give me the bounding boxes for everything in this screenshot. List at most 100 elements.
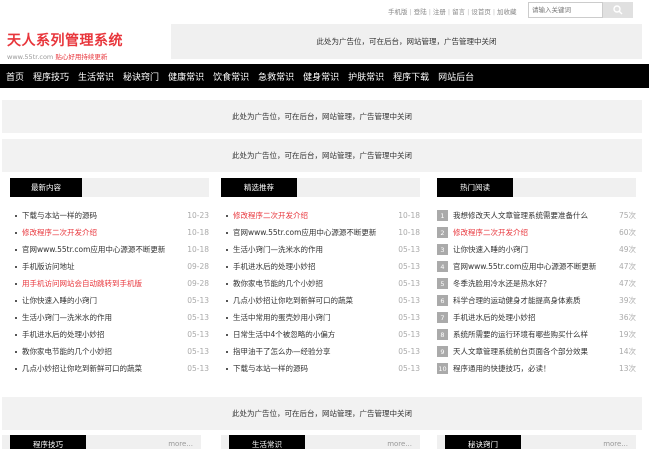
- article-title-link[interactable]: 让你快速入睡的小窍门: [22, 295, 97, 306]
- list-item[interactable]: 几点小妙招让你吃到新鲜可口的蔬菜 05-13: [10, 360, 209, 377]
- list-item[interactable]: 生活中常用的蛋壳妙用小窍门 05-13: [221, 309, 420, 326]
- article-title-link[interactable]: 几点小妙招让你吃到新鲜可口的蔬菜: [233, 295, 353, 306]
- list-item[interactable]: 教你家电节能的几个小妙招 05-13: [221, 275, 420, 292]
- link-register[interactable]: 注册: [433, 8, 446, 16]
- link-login[interactable]: 登陆: [414, 8, 427, 16]
- link-set-homepage[interactable]: 设首页: [471, 8, 491, 16]
- list-item[interactable]: 几点小妙招让你吃到新鲜可口的蔬菜 05-13: [221, 292, 420, 309]
- nav-item-programming-tips[interactable]: 程序技巧: [33, 70, 69, 83]
- more-link[interactable]: more...: [168, 440, 193, 448]
- list-item[interactable]: 让你快速入睡的小窍门 05-13: [10, 292, 209, 309]
- nav-item-admin[interactable]: 网站后台: [438, 70, 474, 83]
- section-header-programming-tips: 程序技巧 more...: [2, 435, 201, 449]
- nav-item-home[interactable]: 首页: [6, 70, 24, 83]
- more-link[interactable]: more...: [387, 440, 412, 448]
- nav-item-tricks[interactable]: 秘诀窍门: [123, 70, 159, 83]
- list-item[interactable]: 手机进水后的处理小妙招 05-13: [221, 258, 420, 275]
- article-title-link[interactable]: 官网www.55tr.com应用中心源源不断更新: [453, 261, 596, 272]
- article-title-link[interactable]: 手机进水后的处理小妙招: [233, 261, 316, 272]
- article-title-link[interactable]: 下载与本站一样的源码: [22, 210, 97, 221]
- more-link[interactable]: more...: [603, 440, 628, 448]
- list-item[interactable]: 下载与本站一样的源码 10-23: [10, 207, 209, 224]
- article-title-link[interactable]: 指甲油干了怎么办—经验分享: [233, 346, 331, 357]
- list-item[interactable]: 10 程序通用的快捷技巧，必读！ 13次: [437, 360, 636, 377]
- list-item[interactable]: 手机版访问地址 09-28: [10, 258, 209, 275]
- article-title-link[interactable]: 生活小窍门—洗米水的作用: [233, 244, 323, 255]
- nav-item-downloads[interactable]: 程序下载: [393, 70, 429, 83]
- list-item[interactable]: 教你家电节能的几个小妙招 05-13: [10, 343, 209, 360]
- list-item[interactable]: 8 系统所需要的运行环境有哪些购买什么样 19次: [437, 326, 636, 343]
- nav-item-skincare[interactable]: 护肤常识: [348, 70, 384, 83]
- list-item[interactable]: 6 科学合理的运动健身才能提高身体素质 39次: [437, 292, 636, 309]
- article-title-link[interactable]: 让你快速入睡的小窍门: [453, 244, 528, 255]
- list-item[interactable]: 下载与本站一样的源码 05-13: [221, 360, 420, 377]
- ad-banner-3[interactable]: 此处为广告位，可在后台，网站管理，广告管理中关闭: [2, 397, 642, 430]
- rank-badge: 6: [437, 295, 448, 306]
- nav-item-health[interactable]: 健康常识: [168, 70, 204, 83]
- list-item[interactable]: 官网www.55tr.com应用中心源源不断更新 10-18: [10, 241, 209, 258]
- view-count: 14次: [618, 347, 636, 356]
- article-title-link[interactable]: 系统所需要的运行环境有哪些购买什么样: [453, 329, 588, 340]
- list-item[interactable]: 5 冬季洗脸用冷水还是热水好？ 47次: [437, 275, 636, 292]
- ad-banner-2[interactable]: 此处为广告位，可在后台，网站管理，广告管理中关闭: [2, 139, 642, 172]
- article-title-link[interactable]: 科学合理的运动健身才能提高身体素质: [453, 295, 581, 306]
- search-icon: [613, 5, 623, 15]
- article-title-link[interactable]: 我想修改天人文章管理系统需要准备什么: [453, 210, 588, 221]
- list-item[interactable]: 3 让你快速入睡的小窍门 49次: [437, 241, 636, 258]
- list-item[interactable]: 用手机访问网站会自动跳转到手机版 09-28: [10, 275, 209, 292]
- list-item[interactable]: 官网www.55tr.com应用中心源源不断更新 10-18: [221, 224, 420, 241]
- article-title-link[interactable]: 手机进水后的处理小妙招: [22, 329, 105, 340]
- search-button[interactable]: [603, 2, 633, 18]
- list-item[interactable]: 指甲油干了怎么办—经验分享 05-13: [221, 343, 420, 360]
- ad-banner-header[interactable]: 此处为广告位，可在后台，网站管理，广告管理中关闭: [171, 24, 642, 59]
- nav-item-fitness[interactable]: 健身常识: [303, 70, 339, 83]
- list-item[interactable]: 修改程序二次开发介绍 10-18: [221, 207, 420, 224]
- article-title-link[interactable]: 教你家电节能的几个小妙招: [233, 278, 323, 289]
- article-title-link[interactable]: 教你家电节能的几个小妙招: [22, 346, 112, 357]
- panel-header: 精选推荐: [221, 178, 420, 197]
- article-list: 下载与本站一样的源码 10-23 修改程序二次开发介绍 10-18 官网www.55tr…: [10, 207, 209, 377]
- article-title-link[interactable]: 官网www.55tr.com应用中心源源不断更新: [233, 227, 376, 238]
- list-item[interactable]: 1 我想修改天人文章管理系统需要准备什么 75次: [437, 207, 636, 224]
- list-item[interactable]: 9 天人文章管理系统前台页面各个部分效果 14次: [437, 343, 636, 360]
- article-title-link[interactable]: 修改程序二次开发介绍: [233, 210, 308, 221]
- nav-item-life-knowledge[interactable]: 生活常识: [78, 70, 114, 83]
- nav-item-first-aid[interactable]: 急救常识: [258, 70, 294, 83]
- search-input[interactable]: [528, 2, 603, 18]
- article-title-link[interactable]: 程序通用的快捷技巧，必读！: [453, 363, 551, 374]
- article-title-link[interactable]: 修改程序二次开发介绍: [453, 227, 528, 238]
- list-item[interactable]: 4 官网www.55tr.com应用中心源源不断更新 47次: [437, 258, 636, 275]
- article-title-link[interactable]: 手机进水后的处理小妙招: [453, 312, 536, 323]
- list-item[interactable]: 7 手机进水后的处理小妙招 36次: [437, 309, 636, 326]
- nav-item-diet[interactable]: 饮食常识: [213, 70, 249, 83]
- article-title-link[interactable]: 下载与本站一样的源码: [233, 363, 308, 374]
- article-title-link[interactable]: 生活小窍门—洗米水的作用: [22, 312, 112, 323]
- article-date: 05-13: [187, 313, 209, 322]
- list-item[interactable]: 2 修改程序二次开发介绍 60次: [437, 224, 636, 241]
- ad-banner-1[interactable]: 此处为广告位，可在后台，网站管理，广告管理中关闭: [2, 100, 642, 133]
- list-item[interactable]: 日常生活中4个被忽略的小偏方 05-13: [221, 326, 420, 343]
- site-logo[interactable]: 天人系列管理系统 www.55tr.com 贴心好用持续更新: [7, 30, 123, 61]
- list-item-left: 官网www.55tr.com应用中心源源不断更新: [221, 227, 376, 238]
- link-message[interactable]: 留言: [452, 8, 465, 16]
- list-item-left: 手机进水后的处理小妙招: [221, 261, 316, 272]
- article-title-link[interactable]: 修改程序二次开发介绍: [22, 227, 97, 238]
- rank-badge: 5: [437, 278, 448, 289]
- list-item[interactable]: 生活小窍门—洗米水的作用 05-13: [10, 309, 209, 326]
- link-favorite[interactable]: 加收藏: [497, 8, 517, 16]
- link-mobile[interactable]: 手机版: [388, 8, 408, 16]
- section-header-tricks: 秘诀窍门 more...: [437, 435, 636, 449]
- list-item[interactable]: 生活小窍门—洗米水的作用 05-13: [221, 241, 420, 258]
- article-title-link[interactable]: 手机版访问地址: [22, 261, 75, 272]
- article-title-link[interactable]: 几点小妙招让你吃到新鲜可口的蔬菜: [22, 363, 142, 374]
- view-count: 47次: [618, 279, 636, 288]
- list-item-left: 日常生活中4个被忽略的小偏方: [221, 329, 335, 340]
- list-item[interactable]: 修改程序二次开发介绍 10-18: [10, 224, 209, 241]
- article-title-link[interactable]: 官网www.55tr.com应用中心源源不断更新: [22, 244, 165, 255]
- article-title-link[interactable]: 天人文章管理系统前台页面各个部分效果: [453, 346, 588, 357]
- article-title-link[interactable]: 日常生活中4个被忽略的小偏方: [233, 329, 335, 340]
- list-item[interactable]: 手机进水后的处理小妙招 05-13: [10, 326, 209, 343]
- article-title-link[interactable]: 生活中常用的蛋壳妙用小窍门: [233, 312, 331, 323]
- article-title-link[interactable]: 用手机访问网站会自动跳转到手机版: [22, 278, 142, 289]
- article-title-link[interactable]: 冬季洗脸用冷水还是热水好？: [453, 278, 551, 289]
